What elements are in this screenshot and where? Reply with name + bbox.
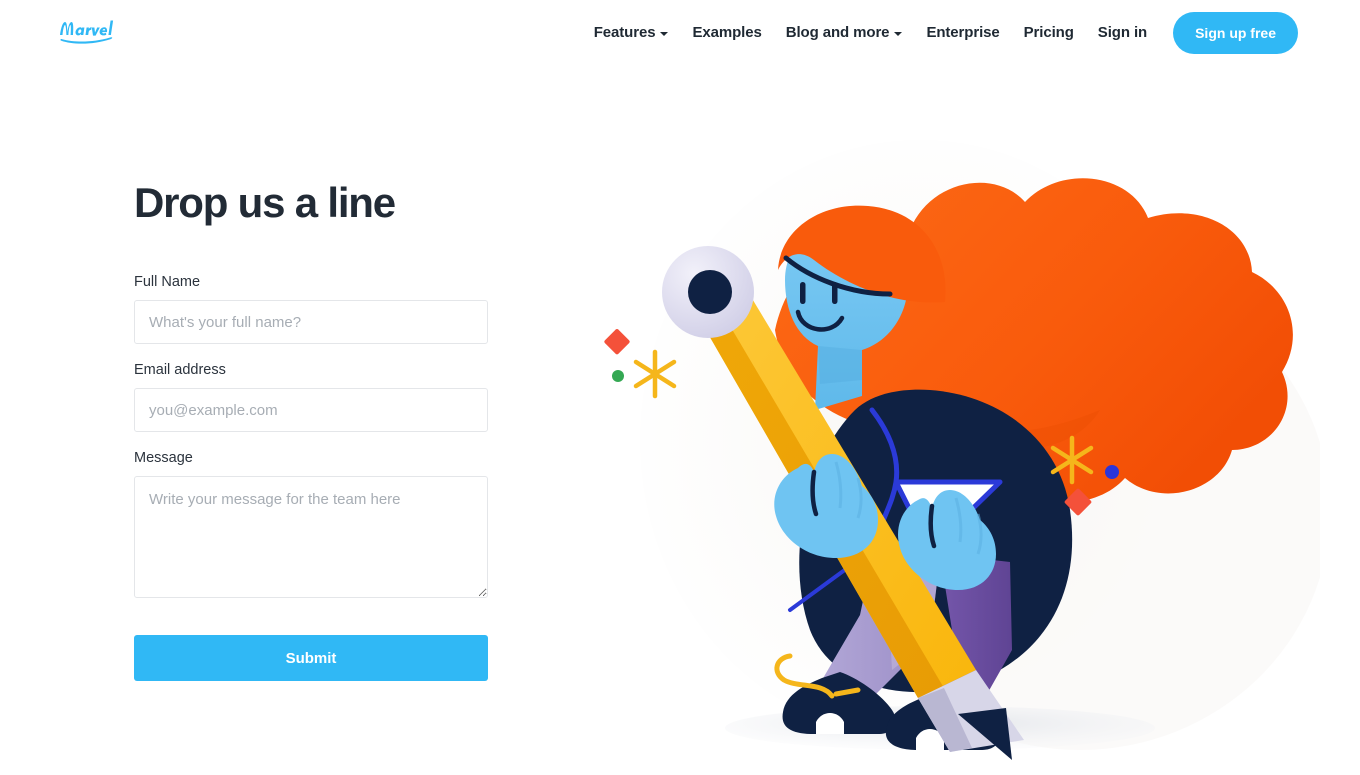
page-title: Drop us a line: [134, 179, 396, 226]
email-label: Email address: [134, 362, 226, 379]
accent-diamond-left: [604, 329, 630, 355]
right-eye: [832, 282, 838, 304]
contact-form: Drop us a line Full Name Email address M…: [134, 179, 488, 682]
submit-button[interactable]: Submit: [134, 635, 488, 682]
eraser-hole: [688, 270, 732, 314]
message-label: Message: [134, 450, 193, 467]
email-input[interactable]: [134, 388, 488, 433]
full-name-label: Full Name: [134, 274, 201, 291]
hero-illustration-svg: [604, 140, 1330, 760]
field-message: Message: [134, 450, 488, 603]
full-name-input[interactable]: [134, 300, 488, 345]
neck-shadow: [818, 346, 862, 384]
message-textarea[interactable]: [134, 476, 488, 599]
left-eye: [800, 282, 806, 304]
field-full-name: Full Name: [134, 274, 488, 345]
accent-dot-green: [612, 370, 624, 382]
hero-illustration: [600, 110, 1330, 770]
accent-dot-blue: [1105, 465, 1119, 479]
page-content: Drop us a line Full Name Email address M…: [0, 0, 1360, 769]
field-email: Email address: [134, 362, 488, 433]
